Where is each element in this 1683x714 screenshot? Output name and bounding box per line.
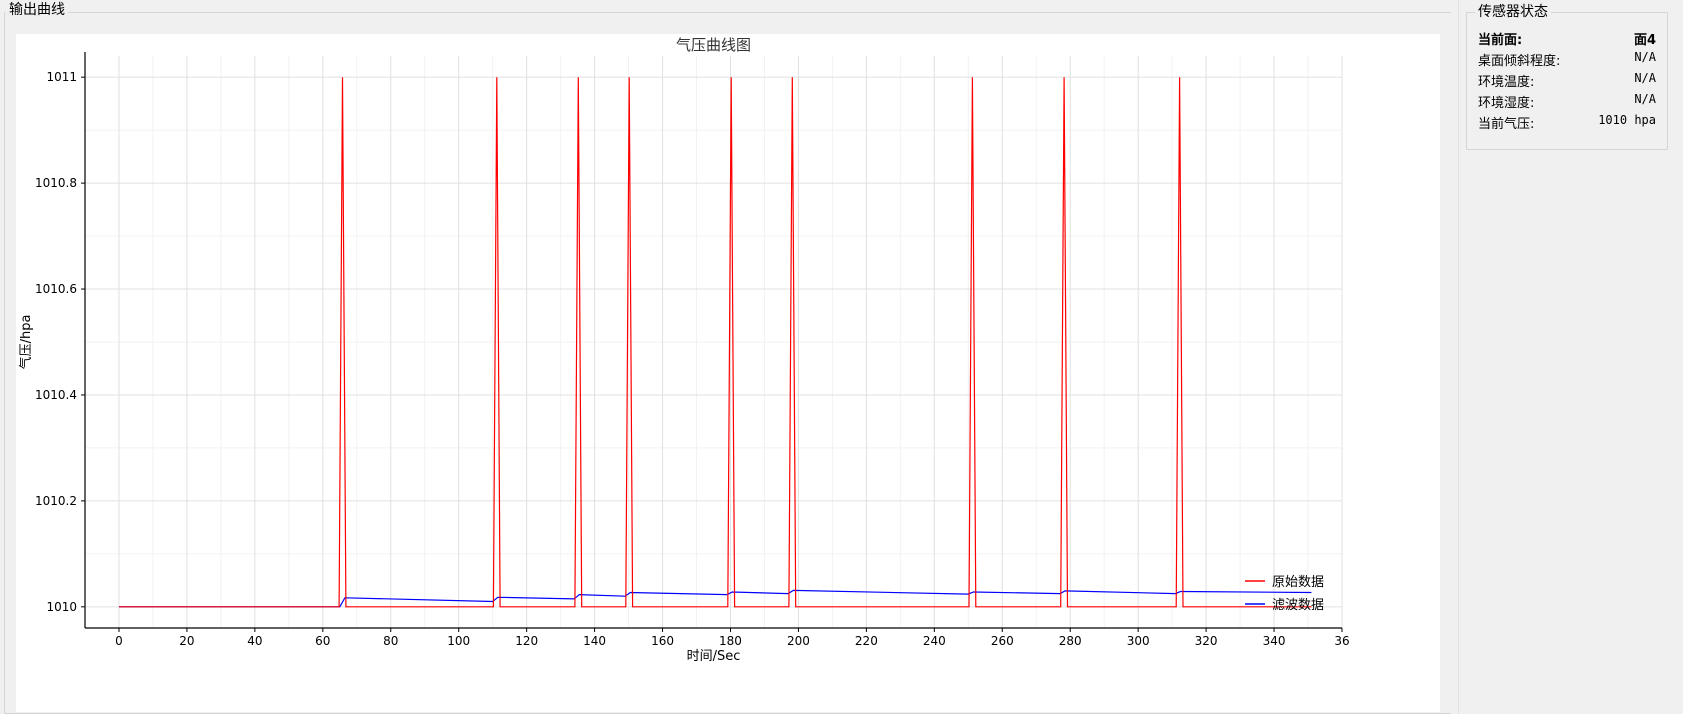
x-tick-label: 120 <box>515 634 538 648</box>
y-tick-label: 1010.4 <box>35 388 77 402</box>
legend-label: 滤波数据 <box>1272 598 1324 613</box>
y-tick-label: 1010.2 <box>35 494 77 508</box>
x-tick-label: 300 <box>1127 634 1150 648</box>
pressure-chart-svg: 0 20 40 60 80 100 120 140 160 180 200 220 240 260 280 3… <box>18 36 1350 664</box>
x-tick-label: 140 <box>583 634 606 648</box>
status-row-tilt: 桌面倾斜程度: N/A <box>1478 50 1656 70</box>
x-tick-label: 260 <box>991 634 1014 648</box>
status-value: N/A <box>1634 71 1656 85</box>
x-axis-label: 时间/Sec <box>687 649 741 664</box>
x-tick-label: 20 <box>179 634 194 648</box>
x-tick-label: 240 <box>923 634 946 648</box>
status-row-pressure: 当前气压: 1010 hpa <box>1478 113 1656 133</box>
series-line-filtered <box>119 589 1312 608</box>
status-value: 面4 <box>1633 33 1656 48</box>
chart-title: 气压曲线图 <box>676 36 751 54</box>
x-tick-label: 220 <box>855 634 878 648</box>
x-tick-label: 60 <box>315 634 330 648</box>
status-label: 环境湿度: <box>1478 96 1535 111</box>
x-tick-label: 36 <box>1334 634 1349 648</box>
x-tick-label: 200 <box>787 634 810 648</box>
x-tick-label: 0 <box>115 634 123 648</box>
status-label: 当前面: <box>1478 33 1523 48</box>
y-axis-label: 气压/hpa <box>18 315 34 370</box>
sensor-status-title: 传感器状态 <box>1475 4 1551 20</box>
x-tick-label: 340 <box>1263 634 1286 648</box>
status-value: N/A <box>1634 92 1656 106</box>
x-tick-label: 160 <box>651 634 674 648</box>
x-tick-label: 40 <box>247 634 262 648</box>
legend-label: 原始数据 <box>1272 575 1324 590</box>
x-tick-label: 280 <box>1059 634 1082 648</box>
x-tick-label: 320 <box>1195 634 1218 648</box>
x-tick-label: 100 <box>447 634 470 648</box>
y-tick-label: 1011 <box>46 70 77 84</box>
status-row-current-face: 当前面: 面4 <box>1478 29 1656 49</box>
output-curve-title: 输出曲线 <box>6 2 68 18</box>
pressure-chart[interactable]: 0 20 40 60 80 100 120 140 160 180 200 220 240 260 280 3… <box>16 34 1440 712</box>
status-row-temperature: 环境温度: N/A <box>1478 71 1656 91</box>
status-label: 环境温度: <box>1478 75 1535 90</box>
panel-divider <box>1458 0 1459 714</box>
status-value: N/A <box>1634 50 1656 64</box>
y-tick-label: 1010.6 <box>35 282 77 296</box>
status-label: 桌面倾斜程度: <box>1478 54 1561 69</box>
x-tick-label: 180 <box>719 634 742 648</box>
x-tick-label: 80 <box>383 634 398 648</box>
status-row-humidity: 环境湿度: N/A <box>1478 92 1656 112</box>
y-tick-label: 1010 <box>46 600 77 614</box>
status-label: 当前气压: <box>1478 117 1535 132</box>
status-value: 1010 hpa <box>1598 113 1656 127</box>
y-tick-label: 1010.8 <box>35 176 77 190</box>
